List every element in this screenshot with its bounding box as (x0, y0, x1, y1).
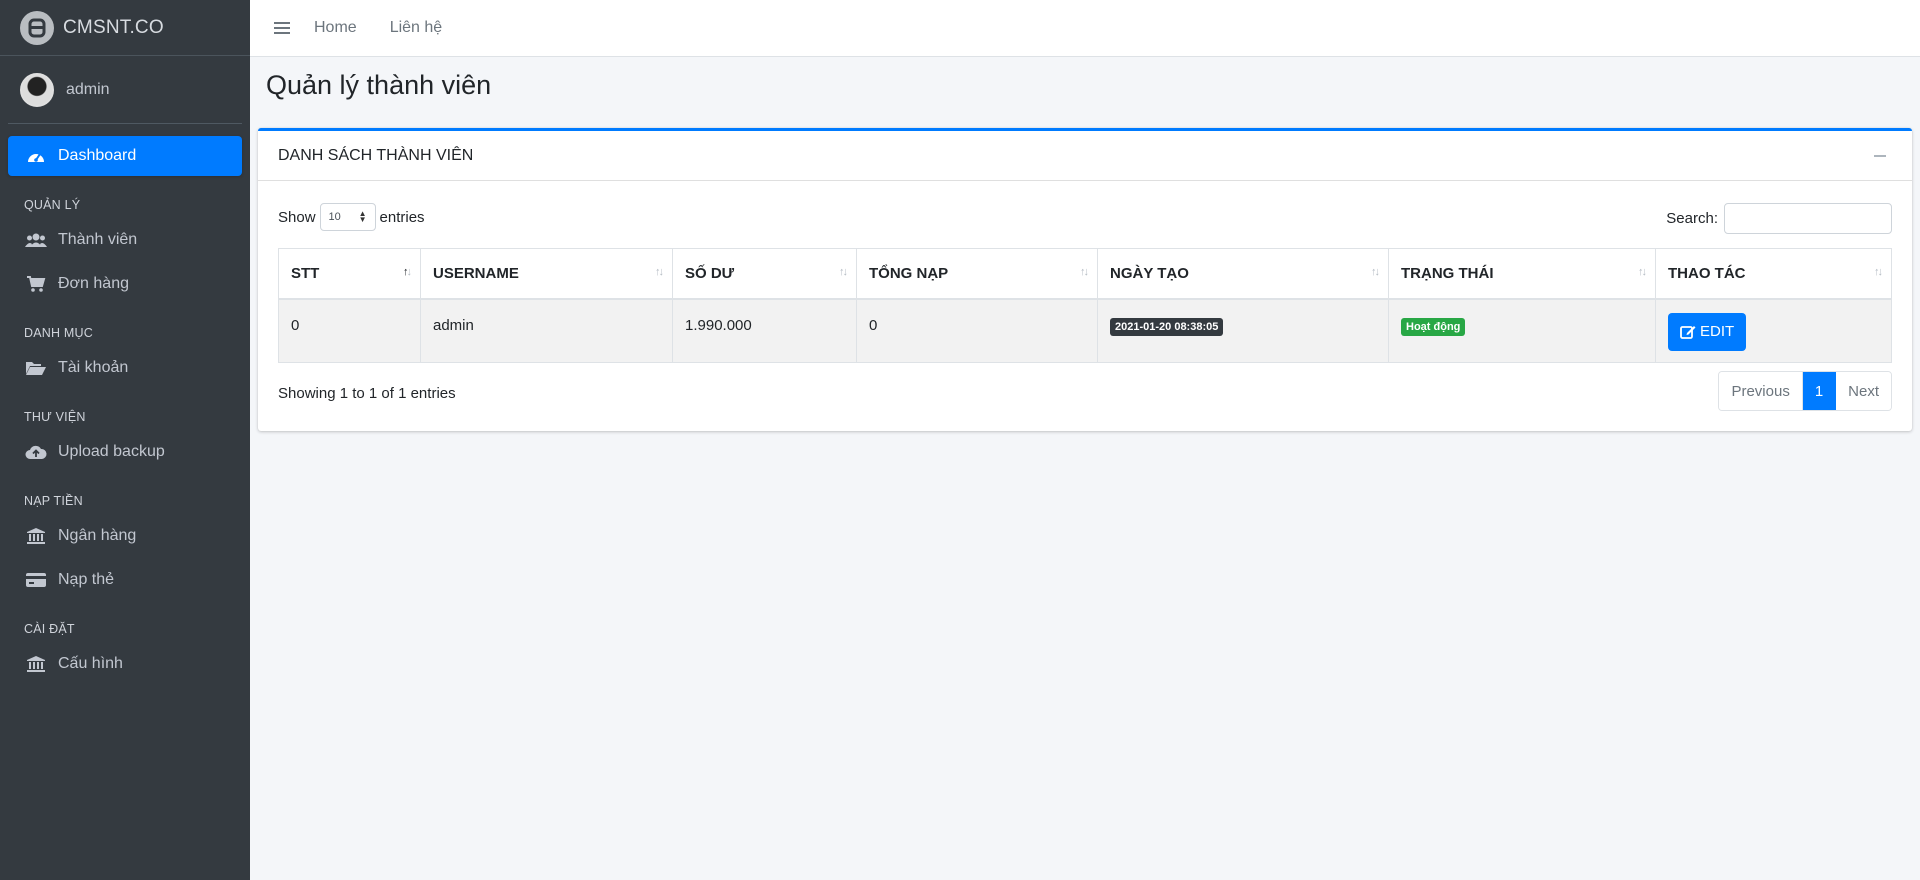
nav-header-thu-vien: THƯ VIỆN (24, 410, 86, 424)
members-card: DANH SÁCH THÀNH VIÊN Show 10 ▲ ▼ entries … (258, 128, 1912, 431)
sidebar-item-label: Cấu hình (58, 655, 123, 672)
sidebar-item-cau-hinh[interactable]: Cấu hình (8, 644, 242, 684)
tachometer-icon (24, 146, 48, 166)
hamburger-menu-icon[interactable] (274, 22, 290, 34)
column-label: TRẠNG THÁI (1401, 264, 1494, 282)
column-header-tong-nap[interactable]: TỔNG NẠP ↑↓ (856, 248, 1098, 300)
pagination-previous[interactable]: Previous (1719, 372, 1803, 410)
edit-button[interactable]: EDIT (1668, 312, 1747, 351)
column-label: NGÀY TẠO (1110, 264, 1189, 282)
user-name: admin (66, 80, 110, 98)
brand-logo-icon (20, 10, 54, 45)
user-panel[interactable]: admin (8, 56, 242, 124)
length-control: Show 10 ▲ ▼ entries (278, 203, 425, 231)
column-header-stt[interactable]: STT ↑↓ (278, 248, 421, 300)
members-table: STT ↑↓ USERNAME ↑↓ SỐ DƯ ↑↓ TỔNG NẠP ↑↓ NGÀY… (278, 248, 1892, 363)
sort-icon: ↑↓ (1371, 266, 1380, 278)
top-navbar: Home Liên hệ (250, 0, 1920, 57)
table-info: Showing 1 to 1 of 1 entries (278, 385, 456, 402)
brand-link[interactable]: CMSNT.CO (0, 0, 250, 56)
column-label: SỐ DƯ (685, 264, 735, 282)
page-length-select[interactable]: 10 ▲ ▼ (319, 203, 376, 231)
sidebar-item-label: Ngân hàng (58, 527, 137, 544)
cart-icon (24, 274, 48, 294)
sidebar-item-nap-the[interactable]: Nạp thẻ (8, 560, 242, 600)
sidebar-item-label: Thành viên (58, 231, 138, 248)
sidebar-item-thanh-vien[interactable]: Thành viên (8, 220, 242, 260)
nav-header-danh-muc: DANH MỤC (24, 326, 93, 340)
column-header-ngay-tao[interactable]: NGÀY TẠO ↑↓ (1097, 248, 1389, 300)
table-header-row: STT ↑↓ USERNAME ↑↓ SỐ DƯ ↑↓ TỔNG NẠP ↑↓ NGÀY… (278, 248, 1892, 300)
entries-label: entries (379, 208, 425, 226)
page-length-value: 10 (328, 211, 341, 223)
cell-ngay-tao: 2021-01-20 08:38:05 (1097, 298, 1389, 363)
status-badge: Hoạt động (1401, 317, 1466, 336)
cell-so-du: 1.990.000 (672, 298, 857, 363)
search-label: Search: (1666, 210, 1718, 227)
sidebar-item-label: Nạp thẻ (58, 571, 115, 588)
column-header-so-du[interactable]: SỐ DƯ ↑↓ (672, 248, 857, 300)
folder-open-icon (24, 358, 48, 378)
sidebar-item-tai-khoan[interactable]: Tài khoản (8, 348, 242, 388)
column-label: THAO TÁC (1668, 264, 1746, 282)
sort-icon: ↑↓ (839, 266, 848, 278)
sort-icon: ↑↓ (1080, 266, 1089, 278)
column-label: USERNAME (433, 264, 519, 282)
edit-label: EDIT (1700, 323, 1735, 340)
column-header-trang-thai[interactable]: TRẠNG THÁI ↑↓ (1388, 248, 1656, 300)
cloud-upload-icon (24, 442, 48, 462)
sidebar-item-ngan-hang[interactable]: Ngân hàng (8, 516, 242, 556)
column-label: TỔNG NẠP (869, 264, 949, 282)
page-title: Quản lý thành viên (266, 70, 492, 100)
sort-icon: ↑↓ (655, 266, 664, 278)
sidebar-item-don-hang[interactable]: Đơn hàng (8, 264, 242, 304)
nav-header-nap-tien: NẠP TIỀN (24, 494, 83, 508)
sidebar-nav: Dashboard QUẢN LÝ Thành viên Đơn hàng DA… (0, 136, 250, 684)
cell-tong-nap: 0 (856, 298, 1098, 363)
bank-icon (24, 654, 48, 674)
cell-username: admin (420, 298, 673, 363)
pagination-page-1[interactable]: 1 (1802, 372, 1837, 410)
search-input[interactable] (1724, 203, 1892, 234)
pagination-next[interactable]: Next (1836, 372, 1891, 410)
sort-icon: ↑↓ (1874, 266, 1883, 278)
sidebar-item-label: Dashboard (58, 147, 137, 164)
avatar (20, 72, 54, 107)
bank-icon (24, 526, 48, 546)
column-header-thao-tac[interactable]: THAO TÁC ↑↓ (1655, 248, 1892, 300)
date-badge: 2021-01-20 08:38:05 (1110, 317, 1224, 336)
nav-header-quan-ly: QUẢN LÝ (24, 198, 81, 212)
sidebar-item-label: Tài khoản (58, 359, 129, 376)
sidebar-item-dashboard[interactable]: Dashboard (8, 136, 242, 176)
search-control: Search: (1666, 203, 1892, 234)
table-row: 0 admin 1.990.000 0 2021-01-20 08:38:05 … (278, 298, 1892, 363)
edit-icon (1680, 325, 1696, 339)
cell-thao-tac: EDIT (1655, 298, 1892, 363)
card-title: DANH SÁCH THÀNH VIÊN (278, 146, 474, 164)
column-header-username[interactable]: USERNAME ↑↓ (420, 248, 673, 300)
sort-icon: ↑↓ (1638, 266, 1647, 278)
nav-link-lien-he[interactable]: Liên hệ (390, 19, 443, 37)
sort-asc-icon: ↑↓ (403, 266, 412, 278)
users-icon (24, 230, 48, 250)
sidebar: CMSNT.CO admin Dashboard QUẢN LÝ Thành v… (0, 0, 250, 880)
cell-stt: 0 (278, 298, 421, 363)
sidebar-item-label: Đơn hàng (58, 275, 129, 292)
brand-name: CMSNT.CO (63, 16, 164, 38)
pagination: Previous 1 Next (1718, 371, 1892, 411)
nav-header-cai-dat: CÀI ĐẶT (24, 622, 75, 636)
show-label: Show (278, 208, 316, 226)
select-caret-icon: ▲ ▼ (358, 209, 367, 224)
column-label: STT (291, 264, 320, 282)
collapse-minus-icon[interactable] (1874, 154, 1886, 157)
nav-link-home[interactable]: Home (314, 19, 357, 37)
sidebar-item-upload-backup[interactable]: Upload backup (8, 432, 242, 472)
credit-card-icon (24, 570, 48, 590)
card-header: DANH SÁCH THÀNH VIÊN (258, 131, 1912, 181)
cell-trang-thai: Hoạt động (1388, 298, 1656, 363)
sidebar-item-label: Upload backup (58, 443, 165, 460)
